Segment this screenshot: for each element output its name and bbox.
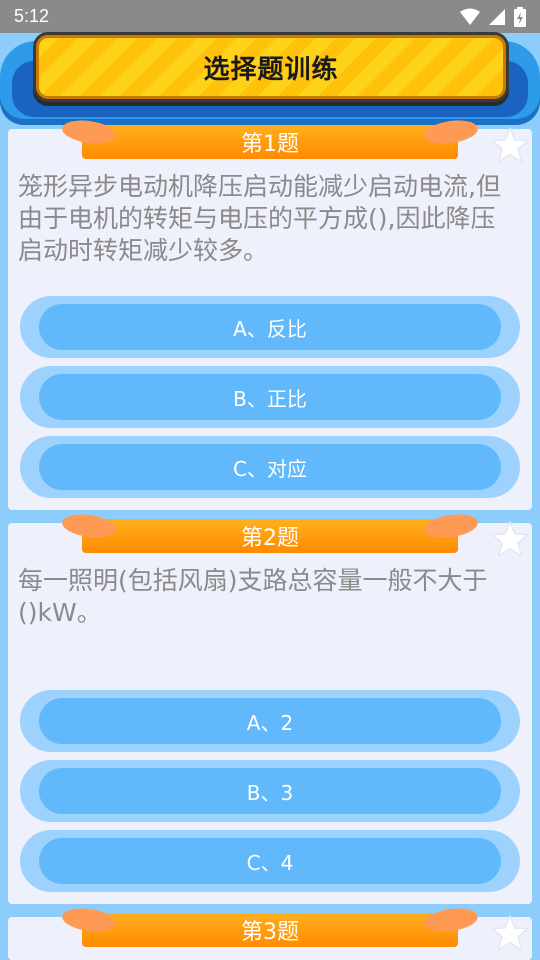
question-card: 第1题 笼形异步电动机降压启动能减少启动电流,但由于电机的转矩与电压的平方成()… [8, 125, 532, 510]
option-label: B、正比 [39, 374, 501, 420]
option-button[interactable]: B、正比 [20, 366, 520, 428]
question-number: 第2题 [241, 526, 299, 551]
question-number-tab: 第1题 [82, 125, 458, 159]
question-number-tab: 第3题 [82, 913, 458, 947]
star-icon[interactable] [490, 519, 530, 559]
header-plate: 选择题训练 [36, 35, 506, 99]
question-card: 第2题 每一照明(包括风扇)支路总容量一般不大于()kW。 A、2 B、3 C、… [8, 519, 532, 904]
question-text: 笼形异步电动机降压启动能减少启动电流,但由于电机的转矩与电压的平方成(),因此降… [18, 172, 501, 265]
status-icons [460, 6, 526, 27]
option-button[interactable]: C、4 [20, 830, 520, 892]
question-number: 第3题 [241, 920, 299, 945]
option-button[interactable]: A、反比 [20, 296, 520, 358]
option-button[interactable]: A、2 [20, 690, 520, 752]
question-text: 每一照明(包括风扇)支路总容量一般不大于()kW。 [18, 566, 488, 627]
star-icon[interactable] [490, 125, 530, 165]
option-button[interactable]: C、对应 [20, 436, 520, 498]
option-label: B、3 [39, 768, 501, 814]
option-label: C、4 [39, 838, 501, 884]
status-bar: 5:12 [0, 0, 540, 33]
option-label: A、2 [39, 698, 501, 744]
question-number: 第1题 [241, 132, 299, 157]
signal-icon [489, 8, 505, 25]
question-number-tab: 第2题 [82, 519, 458, 553]
question-card: 第3题 [8, 913, 532, 960]
battery-icon [514, 6, 526, 27]
status-time: 5:12 [14, 6, 50, 26]
page-title: 选择题训练 [203, 54, 339, 85]
header-banner: 选择题训练 [0, 33, 540, 129]
option-label: A、反比 [39, 304, 501, 350]
star-icon[interactable] [490, 913, 530, 953]
option-button[interactable]: B、3 [20, 760, 520, 822]
wifi-icon [460, 8, 480, 25]
option-label: C、对应 [39, 444, 501, 490]
